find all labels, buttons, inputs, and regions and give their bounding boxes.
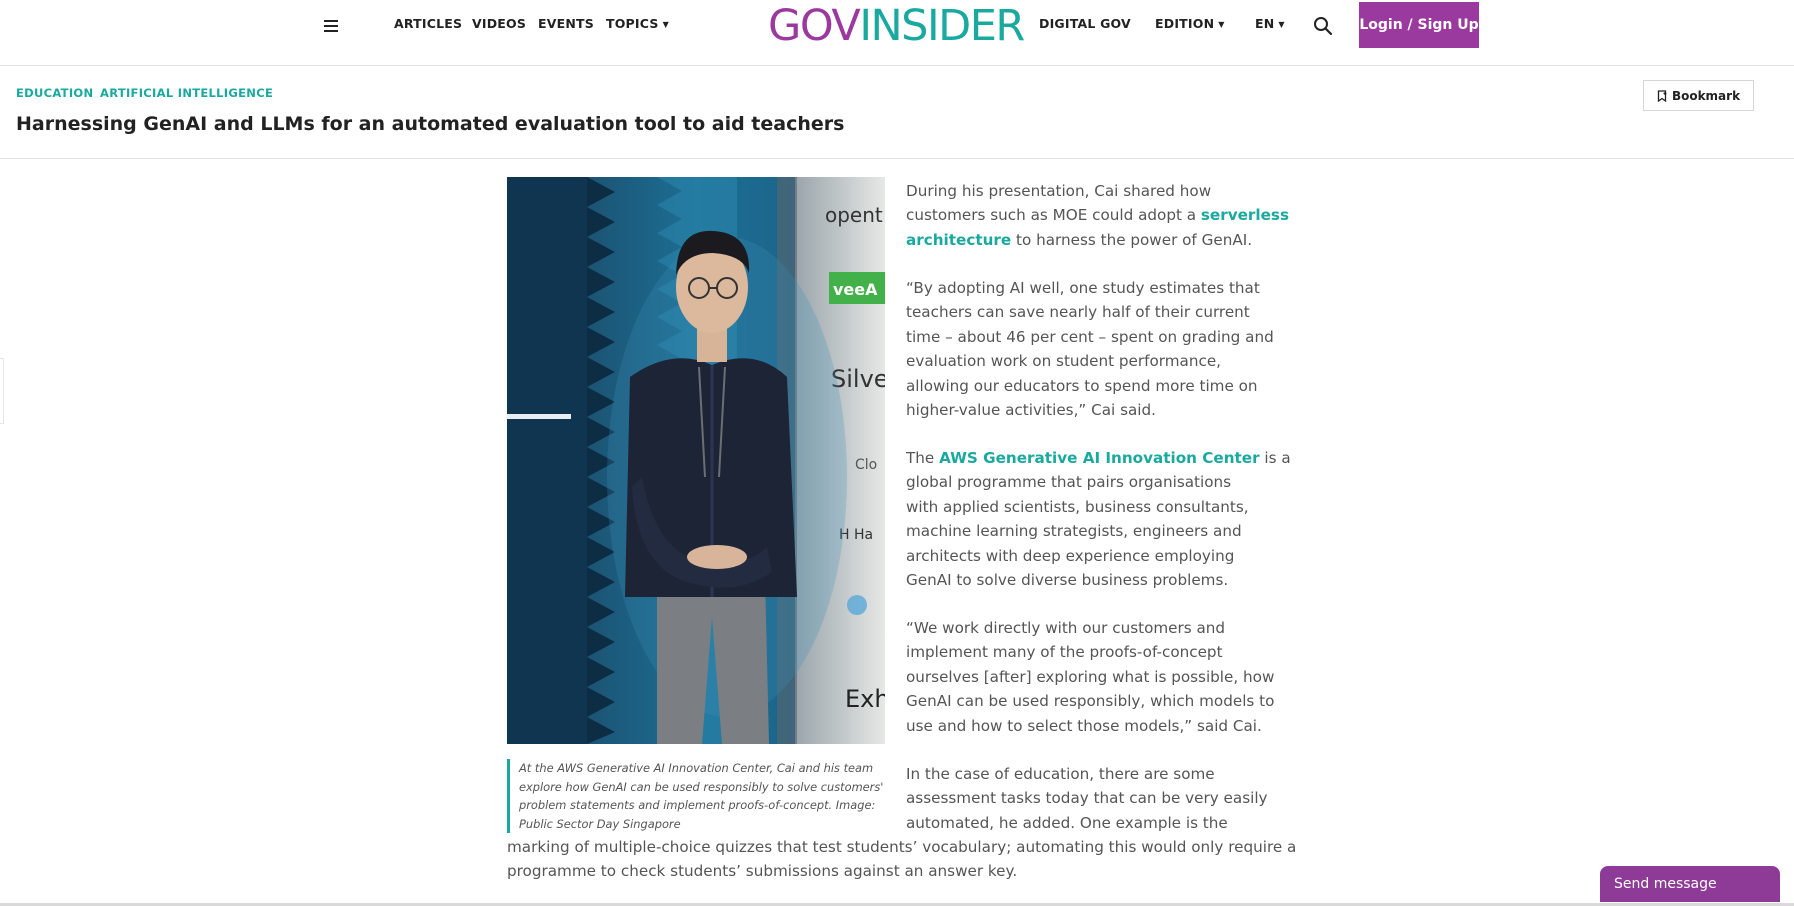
text-line: machine learning strategists, engineers … (906, 522, 1242, 541)
nav-events[interactable]: EVENTS (538, 16, 594, 31)
article-title: Harnessing GenAI and LLMs for an automat… (16, 113, 845, 135)
tag-education[interactable]: EDUCATION (16, 86, 93, 100)
text-line: teachers can save nearly half of their c… (906, 303, 1250, 322)
text-line: with applied scientists, business consul… (906, 497, 1249, 516)
article-header-bar: EDUCATION ARTIFICIAL INTELLIGENCE Harnes… (0, 66, 1794, 159)
text-line: “By adopting AI well, one study estimate… (906, 279, 1260, 297)
svg-text:Silve: Silve (831, 365, 885, 393)
bookmark-label: Bookmark (1671, 88, 1741, 103)
govinsider-logo[interactable]: GOVINSIDER (768, 1, 1025, 51)
text-segment: is a (1259, 449, 1291, 467)
text-line: marking of multiple-choice quizzes that … (507, 838, 1297, 856)
side-feedback-tab[interactable] (0, 358, 4, 424)
text-line: use and how to select those models,” sai… (906, 716, 1262, 735)
text-line: architecture to harness the power of Gen… (906, 228, 1289, 252)
text-segment: to harness the power of GenAI. (1011, 230, 1253, 249)
nav-edition-label: EDITION (1155, 16, 1215, 31)
svg-text:Exh: Exh (845, 685, 885, 713)
text-line: time – about 46 per cent – spent on grad… (906, 327, 1274, 346)
text-line: programme to check students’ submissions… (507, 862, 1018, 881)
text-line: evaluation work on student performance, (906, 352, 1222, 371)
svg-text:H Ha: H Ha (839, 527, 873, 543)
serverless-architecture-link[interactable]: architecture (906, 231, 1011, 249)
text-line: allowing our educators to spend more tim… (906, 376, 1258, 395)
search-icon[interactable] (1311, 14, 1335, 38)
caption-line: problem statements and implement proofs-… (519, 798, 876, 812)
nav-language-label: EN (1255, 16, 1275, 31)
send-message-label: Send message (1614, 876, 1717, 892)
svg-text:opent: opent (825, 203, 883, 227)
bookmark-icon (1657, 89, 1667, 102)
bookmark-button[interactable]: Bookmark (1643, 80, 1754, 111)
nav-language[interactable]: EN ▼ (1255, 16, 1285, 31)
text-segment: customers such as MOE could adopt a (906, 206, 1201, 225)
serverless-architecture-link[interactable]: serverless (1201, 206, 1289, 224)
caret-down-icon: ▼ (1278, 20, 1285, 29)
nav-videos[interactable]: VIDEOS (472, 16, 526, 31)
nav-edition[interactable]: EDITION ▼ (1155, 16, 1225, 31)
svg-text:Clo: Clo (855, 457, 877, 473)
caption-line: Public Sector Day Singapore (519, 816, 681, 831)
text-line: assessment tasks today that can be very … (906, 789, 1268, 808)
tag-artificial-intelligence[interactable]: ARTIFICIAL INTELLIGENCE (100, 86, 273, 100)
paragraph-1: During his presentation, Cai shared how … (906, 179, 1289, 252)
article-photo: opent veeA Silve Clo H Ha Exh (507, 177, 885, 744)
caption-line: At the AWS Generative AI Innovation Cent… (519, 761, 874, 775)
text-line: During his presentation, Cai shared how (906, 182, 1212, 200)
send-message-button[interactable]: Send message (1600, 866, 1780, 902)
logo-insider: INSIDER (859, 1, 1025, 51)
caption-line: explore how GenAI can be used responsibl… (519, 779, 884, 794)
text-line: global programme that pairs organisation… (906, 473, 1232, 492)
text-line: “We work directly with our customers and (906, 619, 1226, 637)
paragraph-3: The AWS Generative AI Innovation Center … (906, 446, 1291, 592)
nav-digital-gov[interactable]: DIGITAL GOV (1039, 16, 1131, 31)
login-signup-button[interactable]: Login / Sign Up (1359, 2, 1479, 48)
text-line: customers such as MOE could adopt a serv… (906, 203, 1289, 227)
text-line: higher-value activities,” Cai said. (906, 401, 1156, 420)
logo-gov: GOV (768, 1, 861, 51)
top-navigation-bar: ARTICLES VIDEOS EVENTS TOPICS ▼ GOVINSIDE… (0, 0, 1794, 66)
text-line: GenAI can be used responsibly, which mod… (906, 692, 1275, 711)
hamburger-menu-icon[interactable] (320, 14, 344, 38)
svg-text:veeA: veeA (833, 280, 878, 299)
text-line: In the case of education, there are some (906, 765, 1215, 783)
paragraph-4: “We work directly with our customers and… (906, 616, 1274, 738)
text-line: GenAI to solve diverse business problems… (906, 571, 1229, 590)
text-line: architects with deep experience employin… (906, 546, 1235, 565)
paragraph-5-wrapped: In the case of education, there are some… (906, 762, 1268, 835)
nav-articles[interactable]: ARTICLES (394, 16, 462, 31)
caret-down-icon: ▼ (662, 20, 669, 29)
text-line: ourselves [after] exploring what is poss… (906, 667, 1275, 686)
photo-caption: At the AWS Generative AI Innovation Cent… (507, 759, 887, 833)
nav-topics-label: TOPICS (606, 16, 659, 31)
aws-genai-innovation-center-link[interactable]: AWS Generative AI Innovation Center (939, 449, 1259, 467)
text-line: The AWS Generative AI Innovation Center … (906, 446, 1291, 470)
caret-down-icon: ▼ (1218, 20, 1225, 29)
nav-topics[interactable]: TOPICS ▼ (606, 16, 669, 31)
text-line: automated, he added. One example is the (906, 813, 1228, 832)
text-line: implement many of the proofs-of-concept (906, 643, 1223, 662)
text-segment: The (906, 449, 940, 467)
paragraph-2: “By adopting AI well, one study estimate… (906, 276, 1274, 422)
paragraph-5-full: marking of multiple-choice quizzes that … (507, 835, 1296, 884)
